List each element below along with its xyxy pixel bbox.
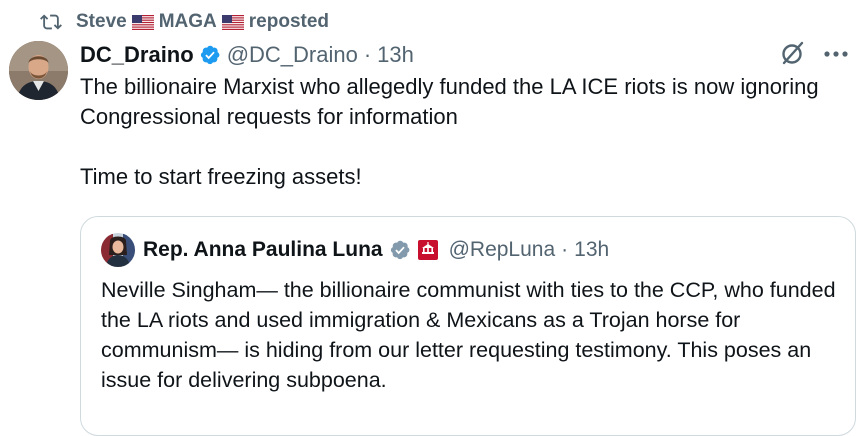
us-flag-icon xyxy=(131,14,154,30)
us-flag-icon xyxy=(221,14,244,30)
verified-badge-icon[interactable] xyxy=(199,44,221,66)
quote-text: Neville Singham— the billionaire communi… xyxy=(101,278,836,392)
repost-context[interactable]: Steve MAGA reposted xyxy=(40,9,329,35)
quote-header: Rep. Anna Paulina Luna @RepLuna · 13h xyxy=(143,234,609,266)
quote-author-avatar-image xyxy=(101,233,135,267)
quote-author-name[interactable]: Rep. Anna Paulina Luna xyxy=(143,238,383,262)
tweet-text: The billionaire Marxist who allegedly fu… xyxy=(80,74,819,189)
quote-author-avatar[interactable] xyxy=(101,233,135,267)
repost-icon xyxy=(40,14,62,30)
reposter-name-part2: MAGA xyxy=(158,11,217,32)
reposter-name-part1: Steve xyxy=(76,11,127,32)
header-separator: · xyxy=(363,42,372,67)
author-name[interactable]: DC_Draino xyxy=(80,42,194,68)
tweet-actions-top xyxy=(780,40,852,66)
tweet-timestamp[interactable]: 13h xyxy=(377,42,414,68)
quote-author-handle[interactable]: @RepLuna xyxy=(449,238,556,262)
author-avatar[interactable] xyxy=(9,41,68,100)
author-handle[interactable]: @DC_Draino xyxy=(227,42,358,68)
grok-icon[interactable] xyxy=(780,40,806,66)
author-avatar-image xyxy=(9,41,68,100)
repost-action-label: reposted xyxy=(248,11,330,32)
quote-header-separator: · xyxy=(561,238,569,261)
government-verified-icon[interactable] xyxy=(389,239,411,261)
quoted-tweet-card[interactable]: Rep. Anna Paulina Luna @RepLuna · 13h Ne… xyxy=(80,216,856,436)
tweet-header: DC_Draino @DC_Draino · 13h xyxy=(80,40,414,70)
more-icon[interactable] xyxy=(820,40,852,66)
quote-timestamp[interactable]: 13h xyxy=(574,238,609,262)
us-congress-affiliation-icon[interactable] xyxy=(417,239,439,261)
